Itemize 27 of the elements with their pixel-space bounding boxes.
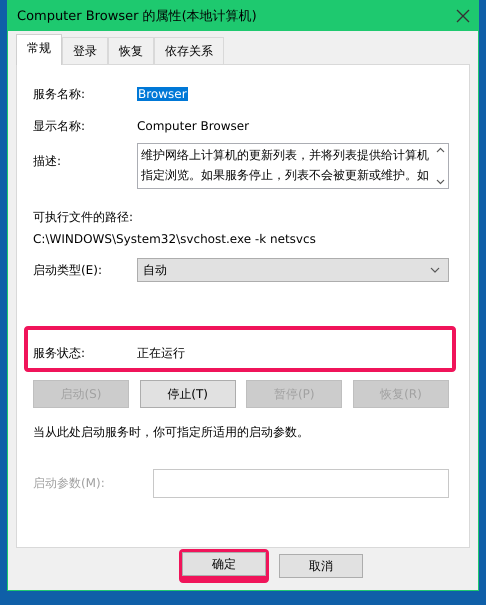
service-button[interactable]: 停止(T) [140,380,236,408]
chevron-down-icon [430,267,440,273]
tab[interactable]: 登录 [62,37,108,64]
field-label: 显示名称: [33,118,86,134]
service-status-value: 正在运行 [137,345,185,362]
window-title: Computer Browser 的属性(本地计算机) [17,8,257,25]
field-label: 服务名称: [33,86,86,102]
hint-text: 当从此处启动服务时，你可指定所适用的启动参数。 [33,424,310,441]
executable-path: C:\WINDOWS\System32\svchost.exe -k netsvcs [33,232,317,246]
dialog-button[interactable]: 取消 [279,554,363,578]
input-field[interactable] [153,469,449,498]
field-label: 启动参数(M): [33,475,106,492]
tab[interactable]: 恢复 [108,37,154,64]
tab[interactable]: 常规 [16,34,62,65]
field-label: 可执行文件的路径: [33,209,134,226]
field-label: 服务状态: [33,345,86,362]
startup-type-dropdown[interactable]: 自动 [137,258,449,282]
dialog-button[interactable]: 确定 [182,552,266,576]
field-label: 启动类型(E): [33,262,103,278]
service-name-value: Browser [137,87,188,101]
display-name-value: Computer Browser [137,119,250,133]
close-icon[interactable] [456,9,470,23]
scroll-down-icon[interactable] [436,179,444,185]
field-label: 描述: [33,153,62,170]
description-field[interactable]: 维护网络上计算机的更新列表，并将列表提供给计算机指定浏览。如果服务停止，列表不会被更新或维护。如 [137,143,449,189]
scroll-up-icon[interactable] [436,147,444,153]
tab[interactable]: 依存关系 [154,37,224,64]
